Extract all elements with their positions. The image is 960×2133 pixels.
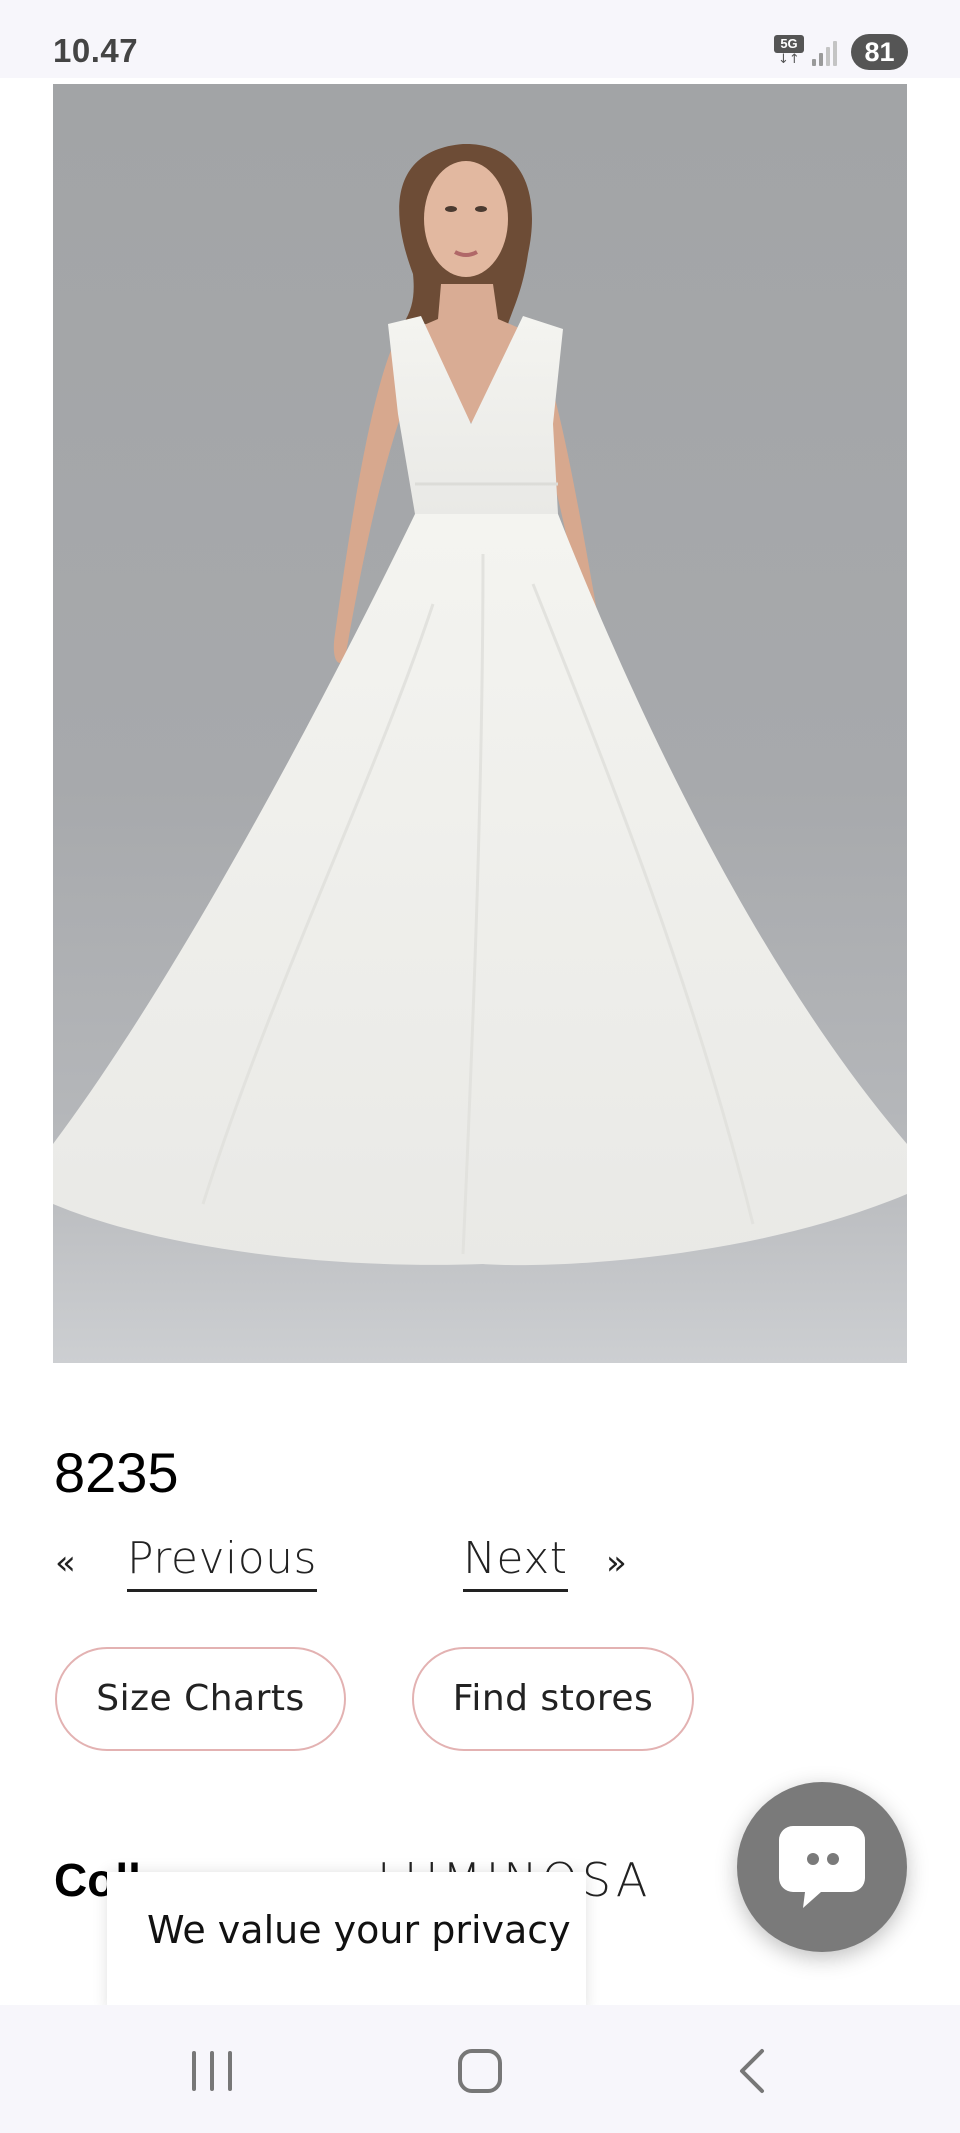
next-arrow-icon[interactable]: » bbox=[606, 1543, 627, 1583]
battery-icon: 81 bbox=[851, 34, 908, 70]
recent-apps-icon[interactable] bbox=[192, 2051, 234, 2091]
privacy-text: We value your privacy bbox=[147, 1908, 571, 1952]
home-icon[interactable] bbox=[458, 2049, 502, 2093]
previous-link[interactable]: Previous bbox=[127, 1533, 317, 1592]
product-photo[interactable] bbox=[53, 84, 907, 1363]
privacy-banner[interactable]: We value your privacy bbox=[107, 1872, 586, 2012]
next-link[interactable]: Next bbox=[463, 1533, 568, 1592]
previous-arrow-icon[interactable]: « bbox=[55, 1543, 76, 1583]
5g-icon: 5G ↓↑ bbox=[774, 35, 804, 67]
status-bar: 10.47 5G ↓↑ 81 bbox=[0, 0, 960, 78]
chat-icon bbox=[779, 1826, 865, 1908]
signal-icon bbox=[812, 38, 840, 66]
back-icon[interactable] bbox=[732, 2047, 772, 2095]
find-stores-button[interactable]: Find stores bbox=[412, 1647, 694, 1751]
system-nav-bar bbox=[0, 2005, 960, 2133]
size-charts-button[interactable]: Size Charts bbox=[55, 1647, 346, 1751]
product-title: 8235 bbox=[54, 1441, 179, 1504]
network-type: 5G bbox=[774, 35, 804, 53]
chat-button[interactable] bbox=[737, 1782, 907, 1952]
data-arrows: ↓↑ bbox=[778, 52, 800, 67]
status-time: 10.47 bbox=[53, 32, 139, 69]
wedding-dress-photo bbox=[53, 143, 907, 1363]
